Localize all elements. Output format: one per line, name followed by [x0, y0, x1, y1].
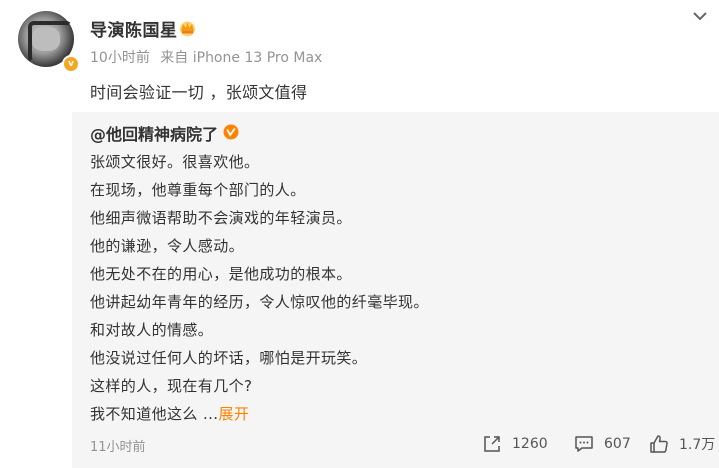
repost-count: 1260: [512, 436, 548, 452]
like-button[interactable]: 1.7万: [649, 432, 715, 456]
repost-line: 和对故人的情感。: [90, 321, 214, 339]
repost-line: 他的谦逊，令人感动。: [90, 237, 245, 255]
repost-line: 这样的人，现在有几个?: [90, 377, 253, 395]
weibo-post: v 导演陈国星 10小时前 来自 iPhone 13 Pro Max 时间会验证…: [0, 0, 719, 468]
repost-text: 张颂文很好。很喜欢他。 在现场，他尊重每个部门的人。 他细声微语帮助不会演戏的年…: [90, 148, 429, 428]
comment-count: 607: [604, 436, 631, 452]
crown-icon: [180, 21, 195, 37]
repost-line: 他细声微语帮助不会演戏的年轻演员。: [90, 209, 352, 227]
author-name[interactable]: 导演陈国星: [90, 16, 178, 41]
comment-icon: [575, 436, 593, 452]
post-time[interactable]: 10小时前: [90, 50, 150, 66]
repost-line-last: 我不知道他这么 ...展开: [90, 400, 429, 428]
expand-link[interactable]: 展开: [218, 405, 249, 423]
repost-line: 他讲起幼年青年的经历，令人惊叹他的纤毫毕现。: [90, 293, 429, 311]
post-meta: 10小时前 来自 iPhone 13 Pro Max: [90, 47, 322, 67]
repost-icon: [484, 436, 500, 452]
chevron-down-icon[interactable]: [692, 10, 708, 22]
repost-line: 他没说过任何人的坏话，哪怕是开玩笑。: [90, 349, 368, 367]
repost-button[interactable]: 1260: [482, 432, 548, 456]
repost-time[interactable]: 11小时前: [90, 436, 146, 455]
repost-card[interactable]: @他回精神病院了 张颂文很好。很喜欢他。 在现场，他尊重每个部门的人。 他细声微…: [72, 112, 719, 468]
like-icon: [650, 435, 668, 453]
like-count: 1.7万: [679, 437, 716, 453]
post-source: 来自 iPhone 13 Pro Max: [160, 50, 323, 66]
repost-line-truncated: 我不知道他这么 ...: [90, 405, 219, 423]
comment-button[interactable]: 607: [574, 432, 631, 456]
post-content: 时间会验证一切 ，张颂文值得: [90, 83, 308, 102]
repost-line: 张颂文很好。很喜欢他。: [90, 153, 260, 171]
verified-badge-icon: v: [62, 55, 80, 73]
verified-orange-icon: [223, 124, 239, 140]
repost-line: 他无处不在的用心，是他成功的根本。: [90, 265, 352, 283]
repost-line: 在现场，他尊重每个部门的人。: [90, 181, 306, 199]
repost-author[interactable]: @他回精神病院了: [90, 121, 218, 145]
